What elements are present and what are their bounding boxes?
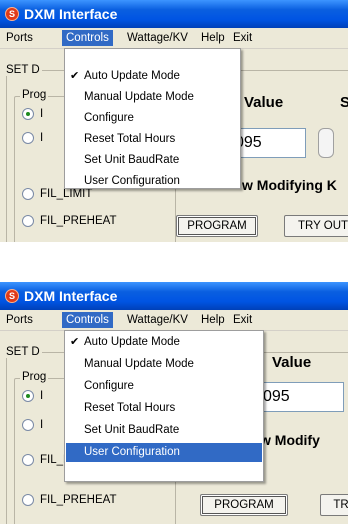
menu-help[interactable]: Help	[197, 312, 229, 328]
radio-label: I	[40, 108, 44, 121]
radio-option-2[interactable]: I	[22, 132, 43, 144]
program-group-label: Prog	[20, 89, 49, 101]
title-bar: S DXM Interface	[0, 282, 348, 310]
radio-option-1[interactable]: I	[22, 390, 43, 402]
menu-controls[interactable]: Controls	[62, 312, 113, 328]
value-label: Value	[272, 354, 312, 371]
check-icon: ✔	[70, 336, 80, 348]
radio-button[interactable]	[22, 494, 34, 506]
app-icon: S	[5, 7, 19, 21]
menu-item-manual-update-mode[interactable]: Manual Update Mode	[66, 88, 239, 107]
menu-item-configure[interactable]: Configure	[66, 109, 239, 128]
value-field[interactable]: 095	[230, 128, 306, 158]
value-label: Value	[244, 94, 284, 111]
program-button[interactable]: PROGRAM	[200, 494, 288, 516]
radio-option-1[interactable]: I	[22, 108, 43, 120]
value-spinner[interactable]	[318, 128, 334, 158]
menu-item-label: User Configuration	[84, 446, 180, 458]
settings-group-label: SET D	[4, 64, 42, 76]
menu-item-auto-update-mode[interactable]: ✔ Auto Update Mode	[66, 333, 262, 352]
menu-exit[interactable]: Exit	[229, 30, 256, 46]
radio-button[interactable]	[22, 390, 34, 402]
window-second-view: S DXM Interface Ports Controls Wattage/K…	[0, 282, 348, 524]
menu-ports[interactable]: Ports	[2, 312, 37, 328]
menu-item-label: Configure	[84, 112, 134, 124]
menu-item-label: Auto Update Mode	[84, 70, 180, 82]
title-bar: S DXM Interface	[0, 0, 348, 28]
radio-label: FIL_PREHEAT	[40, 215, 117, 228]
menu-item-reset-total-hours[interactable]: Reset Total Hours	[66, 130, 239, 149]
menu-item-user-configuration[interactable]: User Configuration	[66, 172, 239, 191]
program-button[interactable]: PROGRAM	[176, 215, 258, 237]
window-title: DXM Interface	[24, 6, 118, 22]
menu-item-reset-total-hours[interactable]: Reset Total Hours	[66, 399, 262, 418]
radio-option-2[interactable]: I	[22, 419, 43, 431]
menu-bar: Ports Controls Wattage/KV Help Exit	[0, 310, 348, 331]
radio-label: I	[40, 132, 44, 145]
menu-item-label: Set Unit BaudRate	[84, 154, 180, 166]
menu-bar: Ports Controls Wattage/KV Help Exit	[0, 28, 348, 49]
menu-item-label: Reset Total Hours	[84, 402, 176, 414]
radio-button[interactable]	[22, 132, 34, 144]
controls-dropdown: ✔ Auto Update Mode Manual Update Mode Co…	[64, 330, 264, 482]
program-group-label: Prog	[20, 371, 49, 383]
menu-item-label: User Configuration	[84, 175, 180, 187]
radio-label: FIL_PREHEAT	[40, 494, 117, 507]
menu-ports[interactable]: Ports	[2, 30, 37, 46]
menu-wattage-kv[interactable]: Wattage/KV	[123, 30, 192, 46]
radio-label: I	[40, 419, 44, 432]
modifying-text: w Modifying K	[242, 177, 337, 193]
radio-option-fil-preheat[interactable]: FIL_PREHEAT	[22, 494, 116, 506]
radio-button[interactable]	[22, 454, 34, 466]
menu-exit[interactable]: Exit	[229, 312, 256, 328]
menu-item-label: Configure	[84, 380, 134, 392]
menu-item-label: Auto Update Mode	[84, 336, 180, 348]
modifying-text: w Modify	[260, 432, 320, 448]
app-icon: S	[5, 289, 19, 303]
window-title: DXM Interface	[24, 288, 118, 304]
settings-group-label: SET D	[4, 346, 42, 358]
menu-item-auto-update-mode[interactable]: ✔ Auto Update Mode	[66, 67, 239, 86]
try-out-button[interactable]: TR	[320, 494, 348, 516]
window-first-view: S DXM Interface Ports Controls Wattage/K…	[0, 0, 348, 242]
try-out-button[interactable]: TRY OUT	[284, 215, 348, 237]
menu-item-label: Reset Total Hours	[84, 133, 176, 145]
menu-item-configure[interactable]: Configure	[66, 377, 262, 396]
radio-button[interactable]	[22, 108, 34, 120]
radio-button[interactable]	[22, 215, 34, 227]
menu-help[interactable]: Help	[197, 30, 229, 46]
menu-wattage-kv[interactable]: Wattage/KV	[123, 312, 192, 328]
radio-label: I	[40, 390, 44, 403]
radio-button[interactable]	[22, 188, 34, 200]
check-icon: ✔	[70, 70, 80, 82]
menu-item-manual-update-mode[interactable]: Manual Update Mode	[66, 355, 262, 374]
menu-item-user-configuration[interactable]: User Configuration	[66, 443, 262, 462]
controls-dropdown: ✔ Auto Update Mode Manual Update Mode Co…	[64, 48, 241, 189]
menu-item-label: Manual Update Mode	[84, 91, 194, 103]
menu-item-set-unit-baudrate[interactable]: Set Unit BaudRate	[66, 421, 262, 440]
menu-item-label: Manual Update Mode	[84, 358, 194, 370]
radio-option-fil-preheat[interactable]: FIL_PREHEAT	[22, 215, 116, 227]
menu-controls[interactable]: Controls	[62, 30, 113, 46]
value-field[interactable]: 095	[258, 382, 344, 412]
side-label: S	[340, 94, 348, 111]
radio-button[interactable]	[22, 419, 34, 431]
menu-item-label: Set Unit BaudRate	[84, 424, 180, 436]
menu-item-set-unit-baudrate[interactable]: Set Unit BaudRate	[66, 151, 239, 170]
